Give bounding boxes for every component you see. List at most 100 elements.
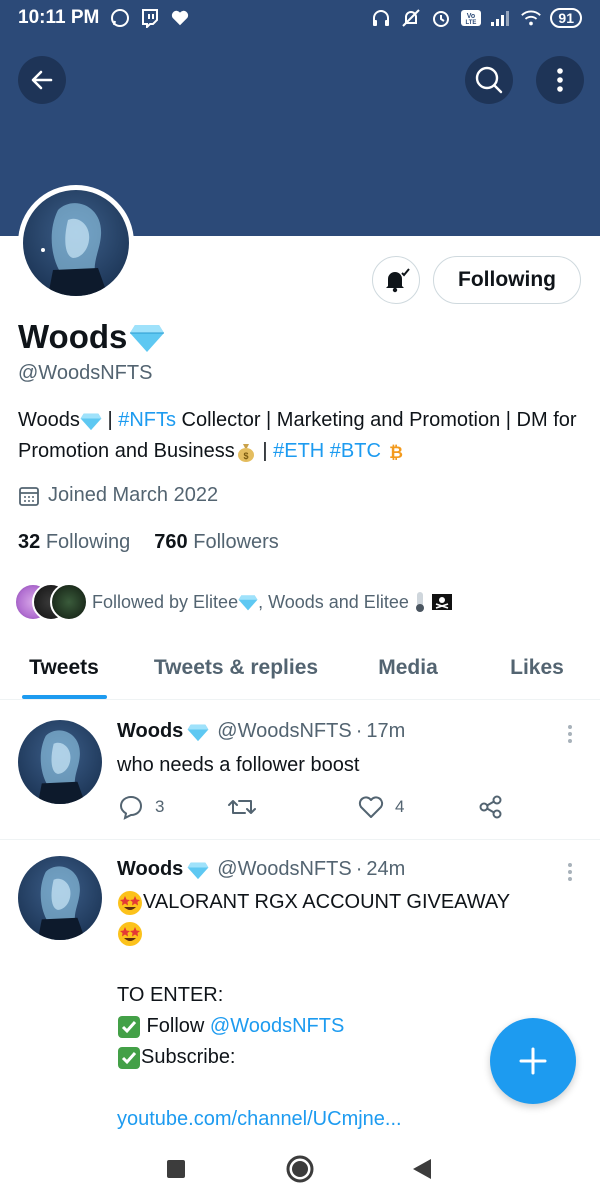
tweet-separator: · <box>355 720 363 742</box>
headphones-icon <box>370 8 392 28</box>
wifi-icon <box>520 8 542 28</box>
share-button[interactable] <box>477 793 505 821</box>
tweet-item[interactable]: Woods @WoodsNFTS · 17m who needs a follo… <box>0 700 600 840</box>
svg-text:LTE: LTE <box>466 20 477 26</box>
check-mark-emoji-icon <box>118 1015 140 1038</box>
diamond-emoji-icon <box>130 325 165 352</box>
mute-bell-icon <box>400 8 422 28</box>
status-bar: 10:11 PM Vo LTE 91 <box>0 0 600 36</box>
bio-text: | <box>256 440 274 462</box>
system-nav-bar <box>0 1135 600 1200</box>
diamond-emoji-icon <box>80 413 102 430</box>
tweet-text: VALORANT RGX ACCOUNT GIVEAWAY TO ENTER: … <box>117 887 577 1135</box>
reply-count: 3 <box>155 797 165 816</box>
retweet-button[interactable] <box>227 793 257 821</box>
svg-text:Vo: Vo <box>467 13 475 20</box>
hashtag-nfts-link[interactable]: #NFTs <box>118 409 176 431</box>
share-icon <box>479 795 502 819</box>
tweet-author-name[interactable]: Woods <box>117 858 183 881</box>
retweet-icon <box>228 800 256 814</box>
reply-button[interactable]: 3 <box>117 793 164 821</box>
diamond-emoji-icon <box>238 595 258 611</box>
like-count: 4 <box>395 797 405 816</box>
profile-avatar[interactable] <box>18 185 134 301</box>
tweet-more-button[interactable] <box>560 860 580 884</box>
tweet-header: Woods @WoodsNFTS · 24m <box>117 858 405 881</box>
followed-by-row[interactable]: Followed by Elitee , Woods and Elitee <box>14 582 453 622</box>
tweet-more-button[interactable] <box>560 722 580 746</box>
like-button[interactable]: 4 <box>357 793 404 821</box>
more-vertical-icon <box>557 68 563 92</box>
youtube-link[interactable]: youtube.com/channel/UCmjne... <box>117 1104 577 1135</box>
thermometer-emoji-icon <box>415 592 424 612</box>
arrow-left-icon <box>31 70 53 90</box>
recent-apps-button[interactable] <box>156 1149 196 1189</box>
tweet-author-handle[interactable]: @WoodsNFTS <box>217 720 351 743</box>
profile-name-text: Woods <box>18 318 128 355</box>
search-button[interactable] <box>465 56 513 104</box>
notifications-bell-button[interactable] <box>372 256 420 304</box>
tweet-separator: · <box>355 858 363 880</box>
tweet-avatar[interactable] <box>18 856 102 940</box>
joined-text: Joined March 2022 <box>48 484 219 506</box>
home-button[interactable] <box>280 1149 320 1189</box>
followed-by-text: Followed by Elitee <box>92 591 239 612</box>
plus-icon <box>519 1047 547 1075</box>
subscribe-text: Subscribe: <box>141 1046 236 1068</box>
star-struck-emoji-icon <box>118 921 142 946</box>
hashtag-eth-link[interactable]: #ETH <box>273 440 324 462</box>
tweet-text: who needs a follower boost <box>117 754 360 776</box>
alarm-icon <box>430 8 452 28</box>
bio-text: | <box>101 409 119 431</box>
whatsapp-icon <box>109 8 131 28</box>
tweet-author-handle[interactable]: @WoodsNFTS <box>217 858 351 881</box>
pirate-flag-emoji-icon <box>431 594 452 610</box>
follow-text: Follow <box>141 1015 210 1037</box>
compose-tweet-button[interactable] <box>490 1018 576 1104</box>
triangle-back-icon <box>413 1159 431 1179</box>
following-count-link[interactable]: 32 Following <box>18 531 130 554</box>
to-enter-text: TO ENTER: <box>117 984 224 1006</box>
search-icon <box>475 66 503 94</box>
reply-icon <box>119 795 143 820</box>
battery-icon: 91 <box>550 8 582 28</box>
back-button[interactable] <box>18 56 66 104</box>
twitch-icon <box>139 8 161 28</box>
star-struck-emoji-icon <box>118 890 142 915</box>
mention-link[interactable]: @WoodsNFTS <box>210 1015 344 1037</box>
profile-bio: Woods | #NFTs Collector | Marketing and … <box>18 405 588 467</box>
back-nav-button[interactable] <box>402 1149 442 1189</box>
tweet-time[interactable]: 17m <box>366 720 405 743</box>
circle-home-icon <box>286 1155 314 1183</box>
check-mark-emoji-icon <box>118 1046 140 1069</box>
following-button[interactable]: Following <box>433 256 581 304</box>
tweet-actions: 3 4 <box>117 793 517 823</box>
tweet-time[interactable]: 24m <box>366 858 405 881</box>
diamond-emoji-icon <box>187 724 209 741</box>
tweet-header: Woods @WoodsNFTS · 17m <box>117 720 405 743</box>
follower-avatar <box>50 583 88 621</box>
signal-icon <box>490 8 512 28</box>
svg-text:$: $ <box>243 451 248 461</box>
svg-text:₿: ₿ <box>390 443 404 462</box>
hashtag-btc-link[interactable]: #BTC <box>330 440 381 462</box>
more-options-button[interactable] <box>536 56 584 104</box>
calendar-icon <box>19 486 39 506</box>
tab-likes[interactable]: Likes <box>492 638 582 698</box>
heart-icon <box>169 8 191 28</box>
profile-handle: @WoodsNFTS <box>18 362 153 384</box>
profile-tabs: Tweets Tweets & replies Media Likes <box>0 638 600 700</box>
tab-tweets-and-replies[interactable]: Tweets & replies <box>138 638 334 698</box>
money-bag-emoji-icon: $ <box>237 443 254 462</box>
tweet-avatar[interactable] <box>18 720 102 804</box>
bitcoin-icon: ₿ <box>390 443 404 462</box>
followed-by-rest-text: , Woods and Elitee <box>258 591 409 612</box>
bio-text: Woods <box>18 409 80 431</box>
followers-count-link[interactable]: 760 Followers <box>154 531 279 554</box>
heart-outline-icon <box>358 796 384 818</box>
tweet-author-name[interactable]: Woods <box>117 720 183 743</box>
tab-tweets[interactable]: Tweets <box>14 638 114 698</box>
tab-media[interactable]: Media <box>360 638 456 698</box>
bell-check-icon <box>386 268 410 293</box>
square-icon <box>167 1160 185 1178</box>
